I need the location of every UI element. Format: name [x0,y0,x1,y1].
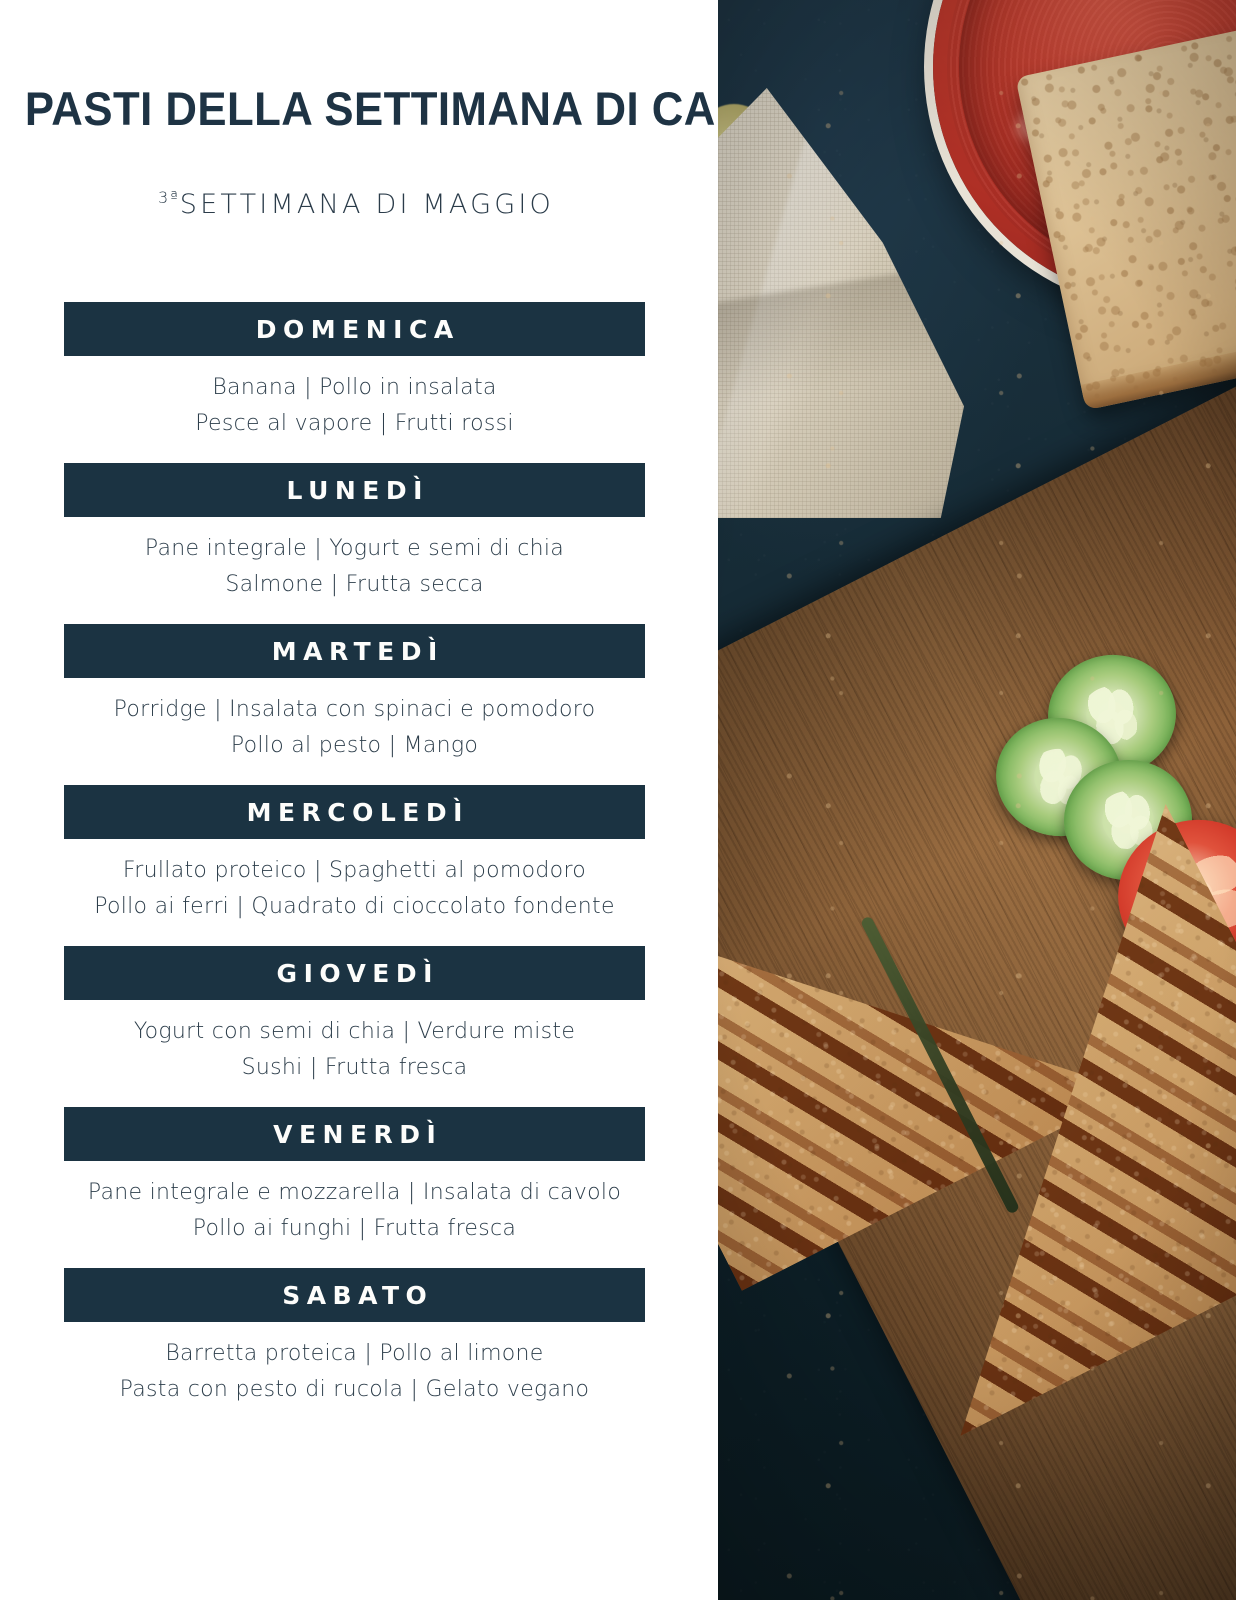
day-meals: Frullato proteico | Spaghetti al pomodor… [64,839,645,946]
day-meals: Banana | Pollo in insalata Pesce al vapo… [64,356,645,463]
meal-line: Pollo ai ferri | Quadrato di cioccolato … [94,894,615,919]
day-header-bar: LUNEDÌ [64,463,645,517]
meal-line: Porridge | Insalata con spinaci e pomodo… [113,697,596,722]
meal-line: Pollo ai funghi | Frutta fresca [192,1216,517,1241]
day-label: MERCOLEDÌ [246,797,469,827]
day-label: DOMENICA [255,314,460,344]
day-list: DOMENICA Banana | Pollo in insalata Pesc… [64,302,645,1429]
day-header-bar: VENERDÌ [64,1107,645,1161]
menu-column: PASTI DELLA SETTIMANA DI CARLA 3ªSETTIMA… [0,0,808,1600]
page-title: PASTI DELLA SETTIMANA DI CARLA [24,82,808,135]
day-meals: Yogurt con semi di chia | Verdure miste … [64,1000,645,1107]
meal-line: Pesce al vapore | Frutti rossi [195,411,514,436]
day-block-lunedi: LUNEDÌ Pane integrale | Yogurt e semi di… [64,463,645,624]
day-header-bar: MERCOLEDÌ [64,785,645,839]
meal-line: Pasta con pesto di rucola | Gelato vegan… [119,1377,590,1402]
day-label: MARTEDÌ [271,636,444,666]
day-label: VENERDÌ [273,1119,443,1149]
day-meals: Pane integrale e mozzarella | Insalata d… [64,1161,645,1268]
subtitle-text: SETTIMANA DI MAGGIO [179,189,554,220]
day-meals: Barretta proteica | Pollo al limone Past… [64,1322,645,1429]
day-header-bar: GIOVEDÌ [64,946,645,1000]
day-header-bar: MARTEDÌ [64,624,645,678]
meal-plan-poster: PASTI DELLA SETTIMANA DI CARLA 3ªSETTIMA… [0,0,1236,1600]
day-label: SABATO [282,1280,434,1310]
meal-line: Sushi | Frutta fresca [241,1055,468,1080]
subtitle-ordinal: 3ª [158,188,180,207]
day-block-venerdi: VENERDÌ Pane integrale e mozzarella | In… [64,1107,645,1268]
meal-line: Pane integrale | Yogurt e semi di chia [144,536,565,561]
day-block-giovedi: GIOVEDÌ Yogurt con semi di chia | Verdur… [64,946,645,1107]
food-photo [718,0,1236,1600]
day-label: LUNEDÌ [286,475,429,505]
day-meals: Pane integrale | Yogurt e semi di chia S… [64,517,645,624]
meal-line: Banana | Pollo in insalata [212,375,497,400]
day-header-bar: SABATO [64,1268,645,1322]
day-block-sabato: SABATO Barretta proteica | Pollo al limo… [64,1268,645,1429]
day-block-martedi: MARTEDÌ Porridge | Insalata con spinaci … [64,624,645,785]
day-block-domenica: DOMENICA Banana | Pollo in insalata Pesc… [64,302,645,463]
meal-line: Barretta proteica | Pollo al limone [165,1341,544,1366]
day-header-bar: DOMENICA [64,302,645,356]
meal-line: Salmone | Frutta secca [225,572,484,597]
page-subtitle: 3ªSETTIMANA DI MAGGIO [0,181,712,222]
meal-line: Pollo al pesto | Mango [230,733,479,758]
day-block-mercoledi: MERCOLEDÌ Frullato proteico | Spaghetti … [64,785,645,946]
meal-line: Yogurt con semi di chia | Verdure miste [133,1019,576,1044]
meal-line: Frullato proteico | Spaghetti al pomodor… [122,858,587,883]
meal-line: Pane integrale e mozzarella | Insalata d… [87,1180,622,1205]
day-meals: Porridge | Insalata con spinaci e pomodo… [64,678,645,785]
day-label: GIOVEDÌ [276,958,439,988]
